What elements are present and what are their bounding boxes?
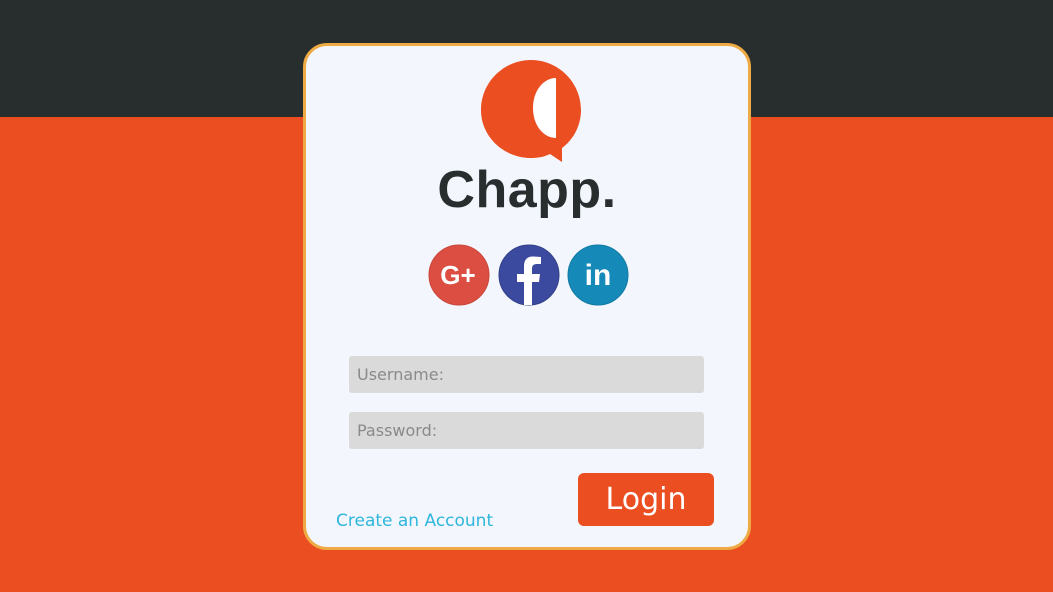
linkedin-glyph: in	[585, 259, 612, 292]
login-button[interactable]: Login	[578, 473, 714, 526]
login-card: Chapp. G+ in Create an Account Login	[303, 43, 751, 550]
google-plus-icon[interactable]: G+	[428, 244, 490, 306]
linkedin-icon[interactable]: in	[567, 244, 629, 306]
password-input[interactable]	[349, 412, 704, 449]
brand-title: Chapp.	[437, 161, 617, 219]
social-login-row: G+ in	[428, 244, 638, 308]
facebook-icon[interactable]	[498, 244, 560, 306]
google-plus-glyph: G+	[440, 260, 475, 290]
chat-bubble-logo-icon	[478, 56, 584, 164]
create-account-link[interactable]: Create an Account	[336, 511, 493, 531]
username-input[interactable]	[349, 356, 704, 393]
